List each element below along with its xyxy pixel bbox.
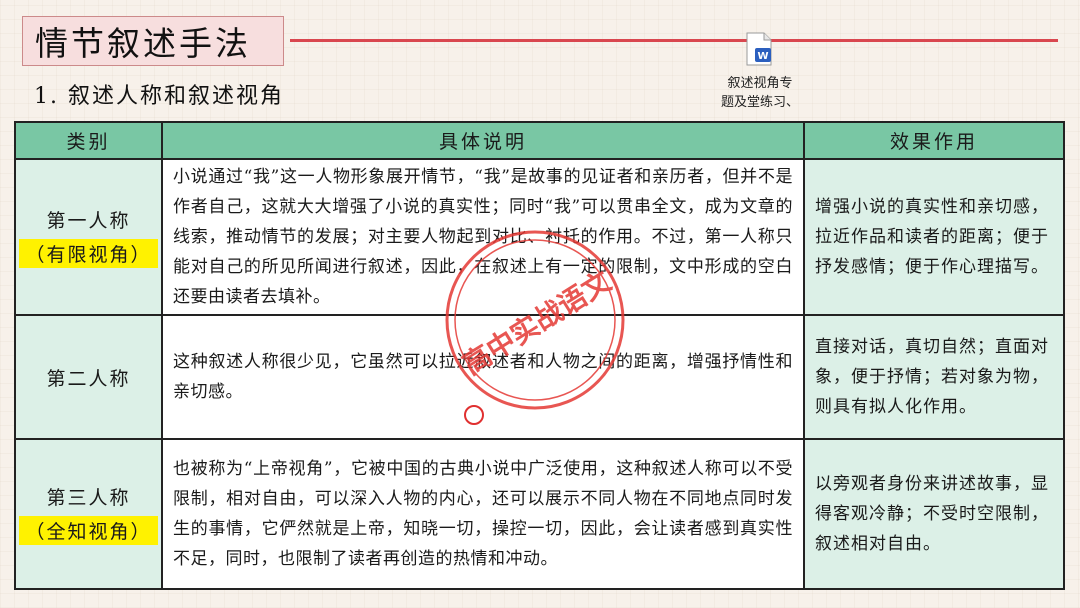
effect-cell: 增强小说的真实性和亲切感，拉近作品和读者的距离；便于抒发感情；便于作心理描写。 <box>803 158 1065 316</box>
category-cell: 第一人称 （有限视角） <box>14 158 163 316</box>
description-cell: 也被称为“上帝视角”，它被中国的古典小说中广泛使用，这种叙述人称可以不受限制，相… <box>161 438 805 590</box>
category-tag: （有限视角） <box>19 239 158 268</box>
category-cell: 第三人称 （全知视角） <box>14 438 163 590</box>
header-category: 类别 <box>14 121 163 160</box>
cursor-circle-marker <box>464 405 484 425</box>
table-header-row: 类别 具体说明 效果作用 <box>14 121 1065 160</box>
category-label: 第二人称 <box>46 367 131 390</box>
header-effect: 效果作用 <box>803 121 1065 160</box>
effect-cell: 直接对话，真切自然；直面对象，便于抒情；若对象为物，则具有拟人化作用。 <box>803 314 1065 440</box>
header-description: 具体说明 <box>161 121 805 160</box>
attachment-caption-line1: 叙述视角专 <box>727 76 793 91</box>
watermark-stamp: 高中实战语文 <box>445 230 625 410</box>
effect-cell: 以旁观者身份来讲述故事，显得客观冷静；不受时空限制，叙述相对自由。 <box>803 438 1065 590</box>
category-label: 第一人称 <box>46 210 131 232</box>
page-title-text: 情节叙述手法 <box>35 24 251 63</box>
table-row: 第三人称 （全知视角） 也被称为“上帝视角”，它被中国的古典小说中广泛使用，这种… <box>14 438 1065 590</box>
category-cell: 第二人称 <box>14 314 163 440</box>
stamp-text: 高中实战语文 <box>457 264 617 381</box>
page-title: 情节叙述手法 <box>22 16 284 66</box>
word-file-icon[interactable]: W <box>746 32 772 66</box>
word-badge: W <box>757 51 768 62</box>
attachment-caption[interactable]: 叙述视角专 题及堂练习、 <box>700 74 820 112</box>
category-label: 第三人称 <box>46 487 131 509</box>
category-tag: （全知视角） <box>19 516 158 545</box>
attachment-caption-line2: 题及堂练习、 <box>720 95 799 110</box>
section-subtitle: 1. 叙述人称和叙述视角 <box>34 84 284 109</box>
title-divider-line <box>290 39 1058 42</box>
